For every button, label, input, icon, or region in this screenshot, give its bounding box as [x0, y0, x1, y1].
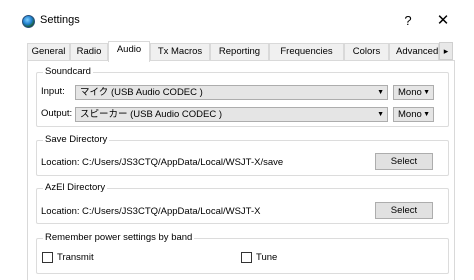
tab-scroll-right-button[interactable]: ▸: [439, 42, 453, 60]
transmit-label: Transmit: [57, 252, 94, 263]
save-location-label: Location:: [41, 157, 80, 168]
chevron-down-icon: ▼: [377, 111, 384, 118]
tab-radio[interactable]: Radio: [70, 43, 108, 61]
input-device-select[interactable]: マイク (USB Audio CODEC ) ▼: [75, 85, 388, 100]
tab-reporting[interactable]: Reporting: [210, 43, 269, 61]
app-icon: [22, 15, 35, 28]
audio-tab-panel: Soundcard Input: マイク (USB Audio CODEC ) …: [27, 60, 455, 280]
tune-checkbox[interactable]: [241, 252, 252, 263]
output-channel-value: Mono: [398, 109, 422, 120]
tab-bar: General Radio Audio Tx Macros Reporting …: [27, 41, 455, 62]
power-settings-title: Remember power settings by band: [43, 232, 195, 243]
tab-colors[interactable]: Colors: [344, 43, 389, 61]
soundcard-group: Soundcard Input: マイク (USB Audio CODEC ) …: [36, 66, 449, 127]
output-channel-select[interactable]: Mono ▼: [393, 107, 434, 122]
chevron-down-icon: ▼: [423, 89, 430, 96]
azel-directory-group: AzEl Directory Location: C:/Users/JS3CTQ…: [36, 182, 449, 224]
save-directory-title: Save Directory: [43, 134, 110, 145]
close-button[interactable]: ✕: [432, 10, 454, 32]
transmit-checkbox[interactable]: [42, 252, 53, 263]
tab-frequencies[interactable]: Frequencies: [269, 43, 344, 61]
azel-location-label: Location:: [41, 206, 80, 217]
save-directory-group: Save Directory Location: C:/Users/JS3CTQ…: [36, 134, 449, 176]
soundcard-title: Soundcard: [43, 66, 93, 77]
tab-advanced[interactable]: Advanced: [389, 43, 439, 61]
input-device-value: マイク (USB Audio CODEC ): [80, 87, 203, 98]
output-label: Output:: [41, 108, 73, 119]
window-title: Settings: [40, 14, 80, 26]
tab-tx-macros[interactable]: Tx Macros: [150, 43, 210, 61]
input-channel-select[interactable]: Mono ▼: [393, 85, 434, 100]
azel-directory-title: AzEl Directory: [43, 182, 108, 193]
power-settings-group: Remember power settings by band Transmit…: [36, 232, 449, 274]
save-directory-select-button[interactable]: Select: [375, 153, 433, 170]
input-label: Input:: [41, 86, 65, 97]
input-channel-value: Mono: [398, 87, 422, 98]
tab-audio[interactable]: Audio: [108, 41, 150, 62]
help-button[interactable]: ?: [398, 10, 418, 32]
title-bar: Settings ? ✕: [0, 0, 474, 40]
output-device-value: スピーカー (USB Audio CODEC ): [80, 109, 222, 120]
tune-label: Tune: [256, 252, 278, 263]
output-device-select[interactable]: スピーカー (USB Audio CODEC ) ▼: [75, 107, 388, 122]
azel-directory-select-button[interactable]: Select: [375, 202, 433, 219]
azel-directory-path: C:/Users/JS3CTQ/AppData/Local/WSJT-X: [82, 206, 261, 217]
save-directory-path: C:/Users/JS3CTQ/AppData/Local/WSJT-X/sav…: [82, 157, 284, 168]
chevron-down-icon: ▼: [423, 111, 430, 118]
tab-general[interactable]: General: [27, 43, 70, 61]
chevron-down-icon: ▼: [377, 89, 384, 96]
